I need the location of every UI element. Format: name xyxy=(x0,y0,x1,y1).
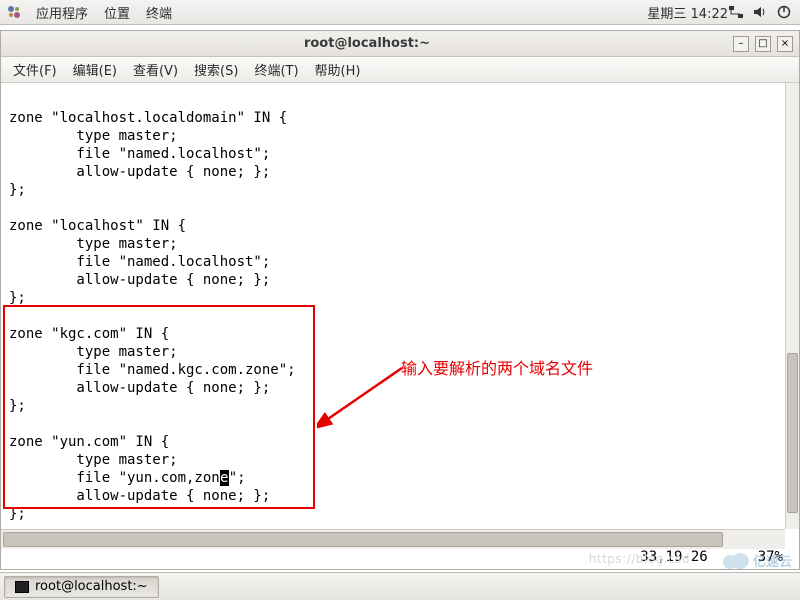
close-button[interactable]: × xyxy=(777,36,793,52)
terminal-menubar: 文件(F) 编辑(E) 查看(V) 搜索(S) 终端(T) 帮助(H) xyxy=(1,57,799,83)
panel-menu-places[interactable]: 位置 xyxy=(96,3,138,22)
menu-search[interactable]: 搜索(S) xyxy=(186,57,246,82)
cloud-icon xyxy=(723,553,751,569)
code-line: }; xyxy=(9,290,26,306)
maximize-button[interactable]: □ xyxy=(755,36,771,52)
menu-terminal[interactable]: 终端(T) xyxy=(246,57,306,82)
minimize-button[interactable]: – xyxy=(733,36,749,52)
code-line: file "named.localhost"; xyxy=(9,254,270,270)
watermark-logo: 亿速云 xyxy=(723,551,792,570)
watermark-url: https://blog.csd xyxy=(589,552,690,566)
panel-clock[interactable]: 星期三 14:22 xyxy=(647,3,728,22)
terminal-icon xyxy=(15,581,29,593)
horizontal-scrollbar[interactable] xyxy=(1,529,785,549)
menu-help[interactable]: 帮助(H) xyxy=(307,57,369,82)
code-line: type master; xyxy=(9,128,178,144)
volume-icon[interactable] xyxy=(752,4,768,20)
menu-file[interactable]: 文件(F) xyxy=(5,57,65,82)
code-line: }; xyxy=(9,506,26,522)
code-line: type master; xyxy=(9,452,178,468)
bottom-taskbar: root@localhost:~ xyxy=(0,572,800,600)
annotation-label: 输入要解析的两个域名文件 xyxy=(401,355,593,379)
terminal-viewport[interactable]: zone "localhost.localdomain" IN { type m… xyxy=(1,83,799,549)
code-line: zone "localhost" IN { xyxy=(9,218,186,234)
window-title: root@localhost:~ xyxy=(7,36,727,51)
code-line: type master; xyxy=(9,236,178,252)
taskbar-item-label: root@localhost:~ xyxy=(35,579,148,594)
code-line: }; xyxy=(9,182,26,198)
code-line: zone "kgc.com" IN { xyxy=(9,326,169,342)
horizontal-scrollbar-thumb[interactable] xyxy=(3,532,723,547)
vertical-scrollbar[interactable] xyxy=(785,83,799,529)
code-line: zone "yun.com" IN { xyxy=(9,434,169,450)
code-line: zone "localhost.localdomain" IN { xyxy=(9,110,287,126)
code-line: allow-update { none; }; xyxy=(9,164,270,180)
code-line: file "yun.com,zone"; xyxy=(9,470,246,486)
terminal-text[interactable]: zone "localhost.localdomain" IN { type m… xyxy=(9,91,791,541)
code-line: file "named.kgc.com.zone"; xyxy=(9,362,296,378)
vim-cursor: e xyxy=(220,470,229,486)
vertical-scrollbar-thumb[interactable] xyxy=(787,353,798,513)
window-titlebar[interactable]: root@localhost:~ – □ × xyxy=(1,31,799,57)
code-line: allow-update { none; }; xyxy=(9,380,270,396)
menu-view[interactable]: 查看(V) xyxy=(125,57,186,82)
code-line: type master; xyxy=(9,344,178,360)
top-panel: 应用程序 位置 终端 星期三 14:22 xyxy=(0,0,800,25)
panel-menu-applications[interactable]: 应用程序 xyxy=(28,3,96,22)
code-line: }; xyxy=(9,398,26,414)
code-line: allow-update { none; }; xyxy=(9,272,270,288)
code-line: allow-update { none; }; xyxy=(9,488,270,504)
panel-tray xyxy=(728,4,794,20)
taskbar-item-terminal[interactable]: root@localhost:~ xyxy=(4,576,159,598)
system-foot-icon xyxy=(6,4,22,20)
terminal-window: root@localhost:~ – □ × 文件(F) 编辑(E) 查看(V)… xyxy=(0,30,800,570)
code-line: file "named.localhost"; xyxy=(9,146,270,162)
panel-menu-terminal[interactable]: 终端 xyxy=(138,3,180,22)
network-icon[interactable] xyxy=(728,4,744,20)
menu-edit[interactable]: 编辑(E) xyxy=(65,57,125,82)
power-icon[interactable] xyxy=(776,4,792,20)
